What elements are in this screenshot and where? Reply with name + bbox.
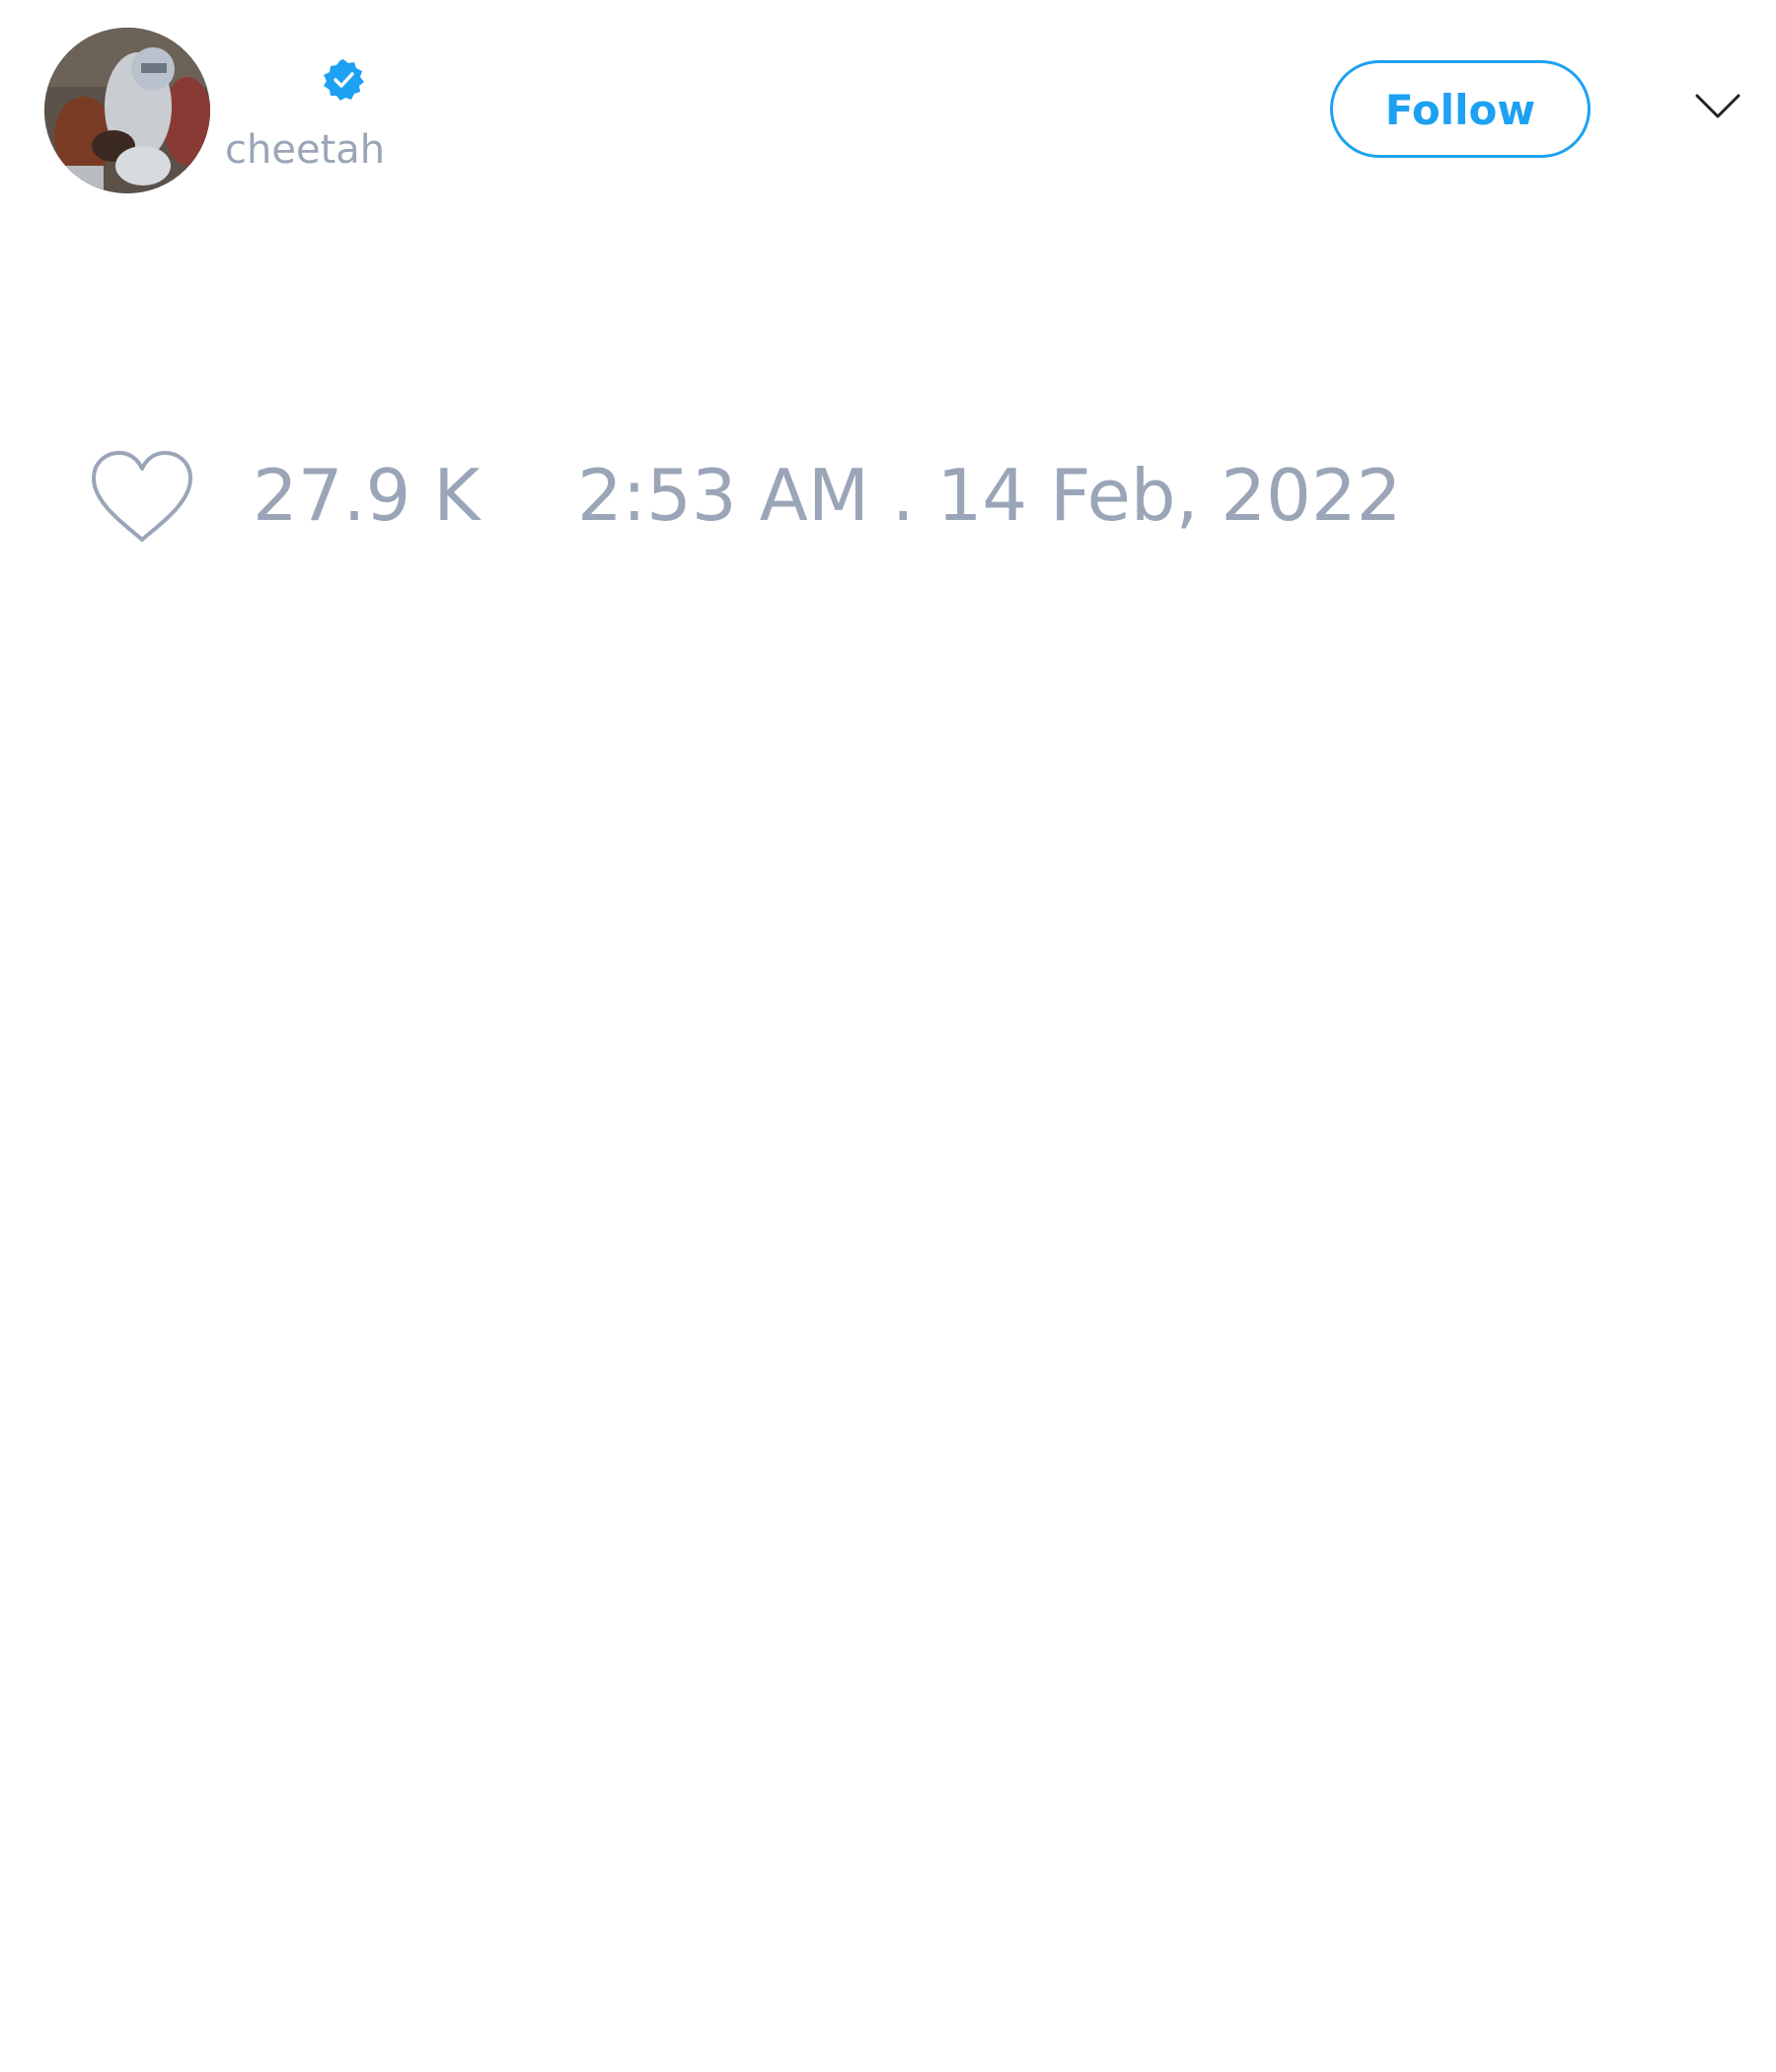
chevron-down-icon[interactable] — [1695, 93, 1740, 120]
follow-button[interactable]: Follow — [1330, 60, 1591, 158]
like-count: 27.9 K — [253, 454, 481, 537]
tweet-card: cheetah Follow 27.9 K 2:53 AM . 14 Feb, … — [0, 0, 1776, 2072]
avatar[interactable] — [44, 28, 210, 193]
author-handle[interactable]: cheetah — [225, 126, 385, 174]
heart-icon[interactable] — [90, 449, 194, 544]
tweet-timestamp[interactable]: 2:53 AM . 14 Feb, 2022 — [577, 454, 1402, 537]
avatar-photo — [44, 28, 210, 193]
verified-badge-icon — [324, 59, 364, 101]
